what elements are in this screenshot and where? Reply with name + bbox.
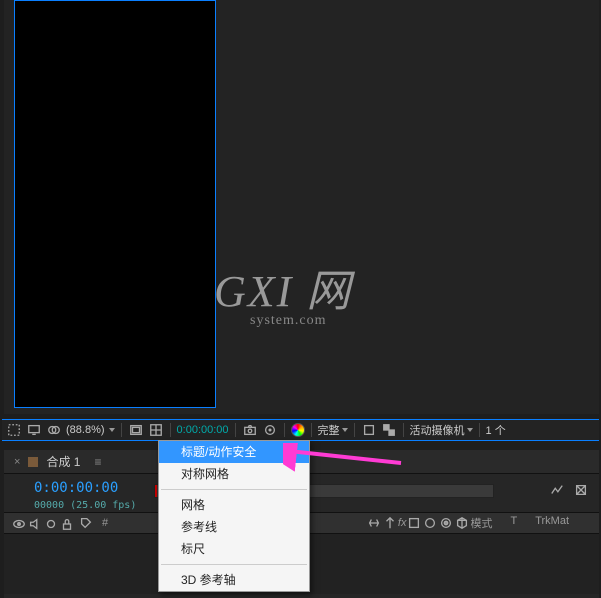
channel-icon[interactable] (291, 423, 305, 437)
separator (479, 423, 480, 437)
monitor-icon[interactable] (26, 422, 42, 438)
preview-timecode[interactable]: 0:00:00:00 (177, 424, 229, 436)
composition-preview[interactable] (14, 0, 216, 408)
close-icon[interactable]: × (14, 456, 20, 468)
switches-icon-2[interactable] (382, 515, 398, 531)
separator (403, 423, 404, 437)
show-snapshot-icon[interactable] (262, 422, 278, 438)
menu-item-proportional-grid[interactable]: 对称网格 (159, 463, 309, 485)
switches-icon-1[interactable] (366, 515, 382, 531)
motion-blur-icon[interactable] (422, 515, 438, 531)
graph-editor-icon[interactable] (549, 482, 565, 498)
chevron-down-icon (342, 428, 348, 432)
chevron-down-icon[interactable] (109, 428, 115, 432)
frame-blend-icon[interactable] (406, 515, 422, 531)
label-icon[interactable] (78, 515, 94, 531)
viewer-panel: GXI 网 system.com (4, 0, 599, 414)
comp-color-swatch (28, 457, 38, 467)
eye-icon[interactable] (12, 517, 24, 529)
menu-item-grid[interactable]: 网格 (159, 494, 309, 516)
frame-info: 00000 (25.00 fps) (34, 500, 599, 511)
tab-menu-icon[interactable]: ≡ (94, 455, 101, 469)
camera-dropdown[interactable]: 活动摄像机 (410, 422, 473, 438)
menu-separator (161, 564, 307, 565)
col-t: T (510, 515, 517, 531)
menu-item-rulers[interactable]: 标尺 (159, 538, 309, 560)
speaker-icon[interactable] (28, 517, 40, 529)
col-index: # (102, 517, 108, 529)
render-queue-icon[interactable] (573, 482, 589, 498)
separator (354, 423, 355, 437)
separator (235, 423, 236, 437)
av-toggles (12, 517, 72, 529)
fx-icon[interactable]: fx (398, 515, 407, 531)
mask-icon[interactable] (46, 422, 62, 438)
menu-item-title-action-safe[interactable]: 标题/动作安全 (159, 441, 309, 463)
snapshot-icon[interactable] (242, 422, 258, 438)
current-timecode[interactable]: 0:00:00:00 (34, 480, 118, 496)
transparency-grid-icon[interactable] (381, 422, 397, 438)
view-count[interactable]: 1 个 (486, 422, 506, 438)
zoom-percent[interactable]: (88.8%) (66, 424, 105, 436)
col-trkmat[interactable]: TrkMat (535, 515, 569, 531)
safe-zones-icon[interactable] (128, 422, 144, 438)
separator (311, 423, 312, 437)
menu-separator (161, 489, 307, 490)
col-mode[interactable]: 模式 (470, 515, 492, 531)
marquee-icon[interactable] (6, 422, 22, 438)
watermark: GXI 网 system.com (214, 255, 352, 329)
grid-toggle-icon[interactable] (148, 422, 164, 438)
chevron-down-icon (467, 428, 473, 432)
region-icon[interactable] (361, 422, 377, 438)
3d-layer-icon[interactable] (454, 515, 470, 531)
resolution-dropdown[interactable]: 完整 (318, 422, 348, 438)
watermark-text-1: GXI 网 (214, 255, 352, 319)
separator (284, 423, 285, 437)
separator (121, 423, 122, 437)
menu-item-guides[interactable]: 参考线 (159, 516, 309, 538)
menu-item-3d-reference-axes[interactable]: 3D 参考轴 (159, 569, 309, 591)
resolution-label: 完整 (318, 422, 340, 438)
lock-icon[interactable] (60, 517, 72, 529)
solo-icon[interactable] (44, 517, 56, 529)
adjustment-icon[interactable] (438, 515, 454, 531)
timeline-right-buttons (549, 482, 589, 498)
grid-context-menu: 标题/动作安全 对称网格 网格 参考线 标尺 3D 参考轴 (158, 440, 310, 592)
camera-label: 活动摄像机 (410, 422, 465, 438)
viewer-toolbar: (88.8%) 0:00:00:00 完整 活动摄像机 1 个 (2, 419, 599, 441)
separator (170, 423, 171, 437)
composition-tab[interactable]: 合成 1 (46, 453, 80, 470)
